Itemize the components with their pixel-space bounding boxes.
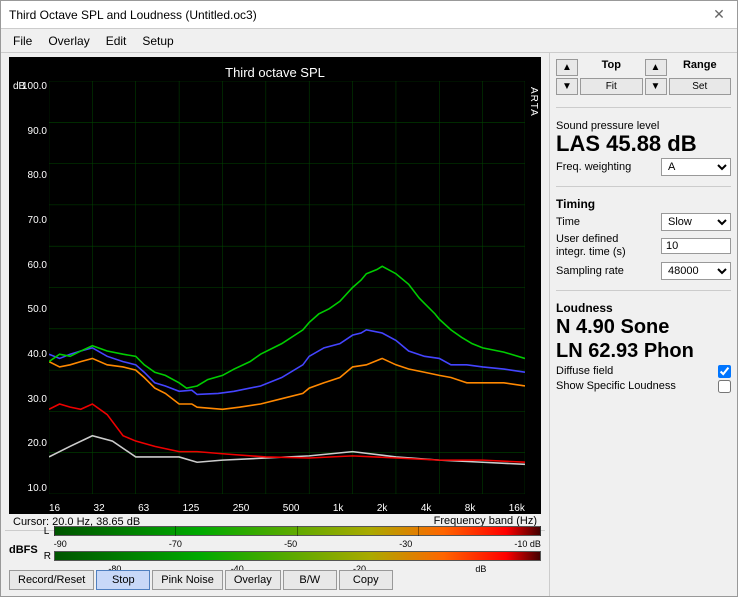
x-label-250: 250 xyxy=(233,503,250,514)
bottom-buttons: Record/Reset Stop Pink Noise Overlay B/W… xyxy=(5,568,545,592)
diffuse-field-checkbox[interactable] xyxy=(718,365,731,378)
x-axis: 16 32 63 125 250 500 1k 2k 4k 8k 16k xyxy=(49,494,525,514)
overlay-button[interactable]: Overlay xyxy=(225,570,281,590)
arta-label: ARTA xyxy=(528,87,539,117)
nav-controls: ▲ Top ▲ Range ▼ Fit ▼ Set xyxy=(556,59,731,95)
top-label: Top xyxy=(580,59,643,76)
record-reset-button[interactable]: Record/Reset xyxy=(9,570,94,590)
x-label-16: 16 xyxy=(49,503,60,514)
user-defined-row: User defined integr. time (s) xyxy=(556,233,731,259)
stop-button[interactable]: Stop xyxy=(96,570,150,590)
grid-area xyxy=(49,81,525,494)
y-label-80: 80.0 xyxy=(11,170,47,181)
level-meter: L xyxy=(44,526,541,574)
loudness-value-line1: N 4.90 Sone xyxy=(556,315,731,339)
menu-bar: File Overlay Edit Setup xyxy=(1,29,737,53)
range-up-button[interactable]: ▲ xyxy=(645,59,667,76)
y-axis: 100.0 90.0 80.0 70.0 60.0 50.0 40.0 30.0… xyxy=(9,57,49,514)
x-label-1k: 1k xyxy=(333,503,344,514)
freq-weighting-row: Freq. weighting A C Z xyxy=(556,158,731,176)
menu-edit[interactable]: Edit xyxy=(98,32,135,50)
spl-value: LAS 45.88 dB xyxy=(556,132,731,156)
title-bar: Third Octave SPL and Loudness (Untitled.… xyxy=(1,1,737,29)
freq-weighting-select[interactable]: A C Z xyxy=(661,158,731,176)
x-label-32: 32 xyxy=(94,503,105,514)
x-label-63: 63 xyxy=(138,503,149,514)
y-label-100: 100.0 xyxy=(11,81,47,92)
x-label-2k: 2k xyxy=(377,503,388,514)
menu-file[interactable]: File xyxy=(5,32,40,50)
user-defined-label: User defined integr. time (s) xyxy=(556,233,646,259)
show-specific-label: Show Specific Loudness xyxy=(556,380,676,392)
set-button[interactable]: Set xyxy=(669,78,732,95)
dBFS-bar: dBFS L xyxy=(5,530,545,568)
show-specific-row: Show Specific Loudness xyxy=(556,380,731,393)
x-label-4k: 4k xyxy=(421,503,432,514)
freq-weighting-label: Freq. weighting xyxy=(556,161,631,173)
pink-noise-button[interactable]: Pink Noise xyxy=(152,570,223,590)
show-specific-checkbox[interactable] xyxy=(718,380,731,393)
dBFS-label: dBFS xyxy=(9,544,38,556)
y-label-70: 70.0 xyxy=(11,215,47,226)
y-label-50: 50.0 xyxy=(11,304,47,315)
chart-area: dB Third octave SPL 100.0 90.0 80.0 70.0… xyxy=(1,53,549,596)
top-up-button[interactable]: ▲ xyxy=(556,59,578,76)
chart-title: Third octave SPL xyxy=(9,61,541,82)
time-label: Time xyxy=(556,216,580,228)
fit-button[interactable]: Fit xyxy=(580,78,643,95)
sampling-rate-row: Sampling rate 48000 44100 96000 xyxy=(556,262,731,280)
dBFS-tick-L-70: -70 xyxy=(169,539,182,549)
dBFS-tick-L-50: -50 xyxy=(284,539,297,549)
spl-section: Sound pressure level LAS 45.88 dB Freq. … xyxy=(556,116,731,178)
main-content: dB Third octave SPL 100.0 90.0 80.0 70.0… xyxy=(1,53,737,596)
sampling-rate-label: Sampling rate xyxy=(556,265,624,277)
bw-button[interactable]: B/W xyxy=(283,570,337,590)
loudness-value-line2: LN 62.93 Phon xyxy=(556,339,731,363)
menu-setup[interactable]: Setup xyxy=(134,32,181,50)
range-label: Range xyxy=(669,59,732,76)
dBFS-tick-L-90: -90 xyxy=(54,539,67,549)
time-select[interactable]: Slow Fast Impulse xyxy=(661,213,731,231)
menu-overlay[interactable]: Overlay xyxy=(40,32,97,50)
x-label-125: 125 xyxy=(183,503,200,514)
y-label-90: 90.0 xyxy=(11,126,47,137)
user-defined-input[interactable] xyxy=(661,238,731,254)
chart-svg xyxy=(49,81,525,494)
y-label-30: 30.0 xyxy=(11,394,47,405)
sampling-rate-select[interactable]: 48000 44100 96000 xyxy=(661,262,731,280)
right-panel: ▲ Top ▲ Range ▼ Fit ▼ Set Sound pressure… xyxy=(549,53,737,596)
diffuse-field-row: Diffuse field xyxy=(556,365,731,378)
chart-container: dB Third octave SPL 100.0 90.0 80.0 70.0… xyxy=(9,57,541,514)
time-row: Time Slow Fast Impulse xyxy=(556,213,731,231)
timing-section: Timing Time Slow Fast Impulse User defin… xyxy=(556,195,731,281)
y-label-10: 10.0 xyxy=(11,483,47,494)
loudness-section: Loudness N 4.90 Sone LN 62.93 Phon Diffu… xyxy=(556,299,731,395)
x-label-16k: 16k xyxy=(509,503,525,514)
diffuse-field-label: Diffuse field xyxy=(556,365,613,377)
y-label-60: 60.0 xyxy=(11,260,47,271)
y-label-40: 40.0 xyxy=(11,349,47,360)
x-label-8k: 8k xyxy=(465,503,476,514)
timing-label: Timing xyxy=(556,197,731,211)
x-label-500: 500 xyxy=(283,503,300,514)
top-down-button[interactable]: ▼ xyxy=(556,78,578,95)
range-down-button[interactable]: ▼ xyxy=(645,78,667,95)
y-label-20: 20.0 xyxy=(11,438,47,449)
loudness-section-label: Loudness xyxy=(556,301,731,315)
main-window: Third Octave SPL and Loudness (Untitled.… xyxy=(0,0,738,597)
copy-button[interactable]: Copy xyxy=(339,570,393,590)
close-button[interactable]: ✕ xyxy=(709,5,729,25)
dBFS-tick-L-10: -10 dB xyxy=(514,539,541,549)
dBFS-tick-L-30: -30 xyxy=(399,539,412,549)
window-title: Third Octave SPL and Loudness (Untitled.… xyxy=(9,8,257,22)
